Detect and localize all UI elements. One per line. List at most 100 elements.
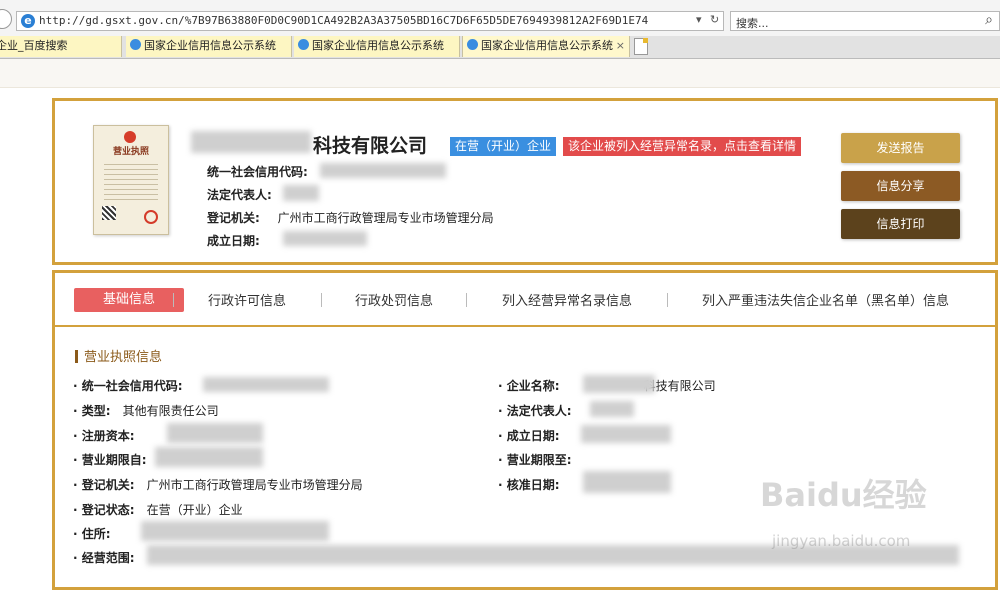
send-report-button[interactable]: 发送报告 [841, 133, 960, 163]
tab-admin-penalty[interactable]: 行政处罚信息 [355, 290, 433, 309]
ie-favicon-icon [467, 39, 478, 50]
field-label: 成立日期: [498, 429, 560, 443]
field-address: 住所: [73, 525, 123, 542]
credit-code-row: 统一社会信用代码: [207, 163, 308, 180]
abnormal-list-alert-link[interactable]: 该企业被列入经营异常名录，点击查看详情 [563, 137, 802, 156]
field-label: 统一社会信用代码: [73, 379, 183, 393]
field-found-date: 成立日期: [498, 427, 572, 444]
company-summary-panel: 营业执照 科技有限公司 在营（开业）企业 该企业被列入经营异常名录，点击查看详情… [52, 98, 998, 265]
page-header-strip [0, 59, 1000, 88]
redacted-credit-code [320, 163, 446, 178]
tab-admin-license[interactable]: 行政许可信息 [208, 290, 286, 309]
refresh-icon[interactable]: ↻ [710, 13, 719, 26]
business-license-image[interactable]: 营业执照 [93, 125, 169, 235]
tab-divider [667, 293, 668, 307]
field-label: 住所: [73, 527, 111, 541]
field-registered-capital: 注册资本: [73, 427, 147, 444]
field-label: 注册资本: [73, 429, 135, 443]
close-tab-icon[interactable]: × [616, 36, 625, 56]
tab-gsxt-1[interactable]: 国家企业信用信息公示系统 [126, 36, 292, 57]
field-label: 登记状态: [73, 503, 135, 517]
qr-code-icon [102, 206, 116, 220]
tab-label: 企业_百度搜索 [0, 39, 68, 52]
section-marker [75, 350, 78, 363]
national-emblem-icon [124, 131, 136, 143]
tab-divider [321, 293, 322, 307]
redacted-value [203, 377, 329, 392]
redacted-value [583, 375, 655, 393]
tab-label: 国家企业信用信息公示系统 [144, 39, 276, 52]
baidu-jingyan-watermark: Baidu经验 [760, 476, 927, 514]
ie-favicon-icon [130, 39, 141, 50]
field-value: 在营（开业）企业 [146, 503, 243, 517]
field-term-to: 营业期限至: [498, 451, 584, 468]
tab-label: 国家企业信用信息公示系统 [312, 39, 444, 52]
tab-baidu-search[interactable]: 企业_百度搜索 [0, 36, 122, 57]
ie-favicon-icon [298, 39, 309, 50]
redacted-value [167, 423, 263, 443]
field-value: 广州市工商行政管理局专业市场管理分局 [146, 478, 363, 492]
redacted-legal-rep [283, 185, 319, 201]
field-label: 核准日期: [498, 478, 560, 492]
tab-bar: 企业_百度搜索 国家企业信用信息公示系统 国家企业信用信息公示系统 国家企业信用… [0, 36, 1000, 59]
tab-gsxt-2[interactable]: 国家企业信用信息公示系统 [294, 36, 460, 57]
section-title-text: 营业执照信息 [84, 350, 163, 365]
field-label: 经营范围: [73, 551, 135, 565]
redacted-value [583, 471, 671, 493]
field-type: 类型: 其他有限责任公司 [73, 402, 219, 419]
new-tab-button[interactable] [634, 38, 648, 55]
credit-code-label: 统一社会信用代码: [207, 165, 308, 179]
registrar-row: 登记机关: 广州市工商行政管理局专业市场管理分局 [207, 209, 494, 226]
ie-logo-icon: e [21, 14, 35, 28]
registrar-label: 登记机关: [207, 211, 260, 225]
legal-rep-label: 法定代表人: [207, 188, 272, 202]
field-approval-date: 核准日期: [498, 476, 572, 493]
seal-icon [144, 210, 158, 224]
found-date-row: 成立日期: [207, 232, 260, 249]
field-term-from: 营业期限自: [73, 451, 159, 468]
legal-rep-row: 法定代表人: [207, 186, 272, 203]
license-image-title: 营业执照 [112, 147, 149, 157]
search-placeholder[interactable]: 搜索... [736, 15, 769, 31]
tab-divider [173, 293, 174, 307]
field-label: 类型: [73, 404, 111, 418]
found-date-label: 成立日期: [207, 234, 260, 248]
address-bar-area: e http://gd.gsxt.gov.cn/%7B97B63880F0D0C… [0, 0, 1000, 37]
redacted-found-date [283, 231, 367, 246]
tab-basic-info[interactable]: 基础信息 [74, 288, 184, 312]
tab-abnormal-list[interactable]: 列入经营异常名录信息 [502, 290, 632, 309]
search-icon[interactable]: ⌕ [985, 12, 993, 28]
dropdown-arrow-icon[interactable]: ▾ [696, 13, 702, 26]
share-info-button[interactable]: 信息分享 [841, 171, 960, 201]
field-legal-rep: 法定代表人: [498, 402, 584, 419]
section-title: 营业执照信息 [75, 346, 162, 365]
back-button[interactable] [0, 9, 12, 29]
redacted-company-name [191, 131, 311, 153]
tab-divider [466, 293, 467, 307]
registrar-value: 广州市工商行政管理局专业市场管理分局 [277, 211, 494, 225]
status-badge: 在营（开业）企业 [450, 137, 557, 156]
field-registrar: 登记机关: 广州市工商行政管理局专业市场管理分局 [73, 476, 363, 493]
watermark-domain: jingyan.baidu.com [772, 532, 911, 550]
redacted-value [590, 401, 634, 417]
search-field[interactable]: 搜索... ⌕ [730, 11, 1000, 31]
field-reg-status: 登记状态: 在营（开业）企业 [73, 501, 243, 518]
tab-gsxt-active[interactable]: 国家企业信用信息公示系统 × [462, 36, 630, 57]
redacted-value [155, 447, 263, 467]
redacted-value [581, 425, 671, 443]
url-field[interactable]: e http://gd.gsxt.gov.cn/%7B97B63880F0D0C… [16, 11, 724, 31]
field-business-scope: 经营范围: [73, 549, 147, 566]
field-label: 营业期限至: [498, 453, 572, 467]
field-value: 其他有限责任公司 [122, 404, 219, 418]
field-label: 法定代表人: [498, 404, 572, 418]
tab-label: 国家企业信用信息公示系统 [481, 39, 613, 52]
field-label: 营业期限自: [73, 453, 147, 467]
print-info-button[interactable]: 信息打印 [841, 209, 960, 239]
redacted-value [141, 521, 329, 541]
info-tab-nav: 基础信息 行政许可信息 行政处罚信息 列入经营异常名录信息 列入严重违法失信企业… [55, 273, 995, 327]
tab-blacklist[interactable]: 列入严重违法失信企业名单（黑名单）信息 [702, 290, 949, 309]
field-credit-code: 统一社会信用代码: [73, 377, 195, 394]
license-text-lines [104, 160, 158, 200]
company-name: 科技有限公司 [313, 135, 428, 157]
url-text[interactable]: http://gd.gsxt.gov.cn/%7B97B63880F0D0C90… [39, 14, 649, 27]
